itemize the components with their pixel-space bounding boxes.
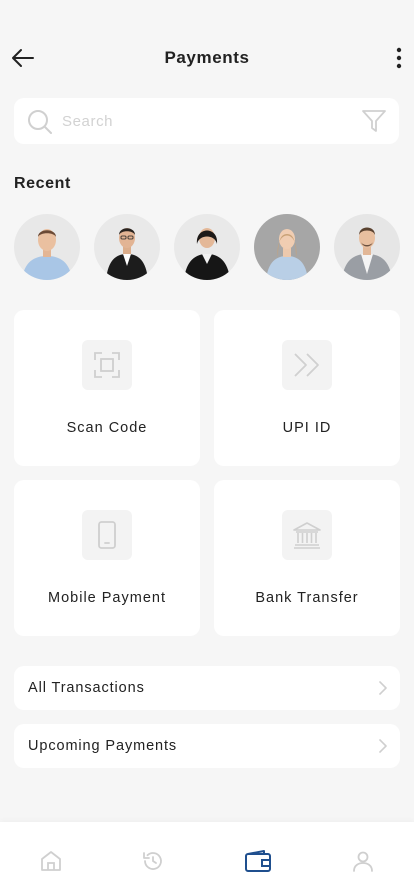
upi-id-icon-box xyxy=(282,340,332,390)
scan-icon xyxy=(94,352,120,378)
all-transactions-row[interactable]: All Transactions xyxy=(14,666,400,710)
mobile-payment-icon-box xyxy=(82,510,132,560)
search-input[interactable] xyxy=(62,110,352,132)
recent-contact-avatar[interactable] xyxy=(94,214,160,280)
recent-contact-avatar[interactable] xyxy=(14,214,80,280)
scan-code-label: Scan Code xyxy=(66,420,148,436)
avatar-man-black-suit xyxy=(94,214,160,280)
page-title: Payments xyxy=(164,48,250,67)
all-transactions-label: All Transactions xyxy=(28,680,145,696)
upcoming-payments-row[interactable]: Upcoming Payments xyxy=(14,724,400,768)
bottom-tab-bar xyxy=(0,822,414,896)
search-icon xyxy=(28,110,52,134)
scan-code-icon-box xyxy=(82,340,132,390)
bank-transfer-tile[interactable]: Bank Transfer xyxy=(214,480,400,636)
avatar-man-light-blue-shirt xyxy=(14,214,80,280)
bank-transfer-label: Bank Transfer xyxy=(255,590,359,606)
mobile-payment-tile[interactable]: Mobile Payment xyxy=(14,480,200,636)
search-bar xyxy=(14,98,399,144)
upi-id-tile[interactable]: UPI ID xyxy=(214,310,400,466)
user-icon xyxy=(353,851,373,872)
bank-transfer-icon-box xyxy=(282,510,332,560)
scan-code-tile[interactable]: Scan Code xyxy=(14,310,200,466)
history-icon xyxy=(143,852,162,870)
chevron-right-icon xyxy=(379,739,387,753)
recent-contact-avatar[interactable] xyxy=(174,214,240,280)
recent-contact-avatar[interactable] xyxy=(254,214,320,280)
upcoming-payments-label: Upcoming Payments xyxy=(28,738,178,754)
tab-history[interactable] xyxy=(138,846,168,876)
app-header: Payments xyxy=(0,0,414,100)
home-icon xyxy=(41,851,61,871)
tab-wallet[interactable] xyxy=(243,846,273,876)
upi-id-label: UPI ID xyxy=(282,420,332,436)
recent-section-title: Recent xyxy=(14,175,71,192)
avatar-woman-black-blazer xyxy=(174,214,240,280)
recent-contacts-list xyxy=(14,214,402,280)
filter-icon[interactable] xyxy=(361,109,387,133)
double-chevron-right-icon xyxy=(294,353,319,377)
avatar-woman-denim-shirt xyxy=(254,214,320,280)
smartphone-icon xyxy=(98,521,116,549)
mobile-payment-label: Mobile Payment xyxy=(48,590,166,606)
more-vertical-icon xyxy=(396,47,402,69)
more-options-button[interactable] xyxy=(392,44,406,72)
recent-contact-avatar[interactable] xyxy=(334,214,400,280)
chevron-right-icon xyxy=(379,681,387,695)
wallet-icon xyxy=(245,850,271,872)
payment-actions-grid: Scan Code UPI ID Mobile Payment Bank Tra… xyxy=(14,310,400,636)
avatar-man-grey-blazer xyxy=(334,214,400,280)
tab-home[interactable] xyxy=(36,846,66,876)
tab-profile[interactable] xyxy=(348,846,378,876)
bank-icon xyxy=(293,522,321,549)
